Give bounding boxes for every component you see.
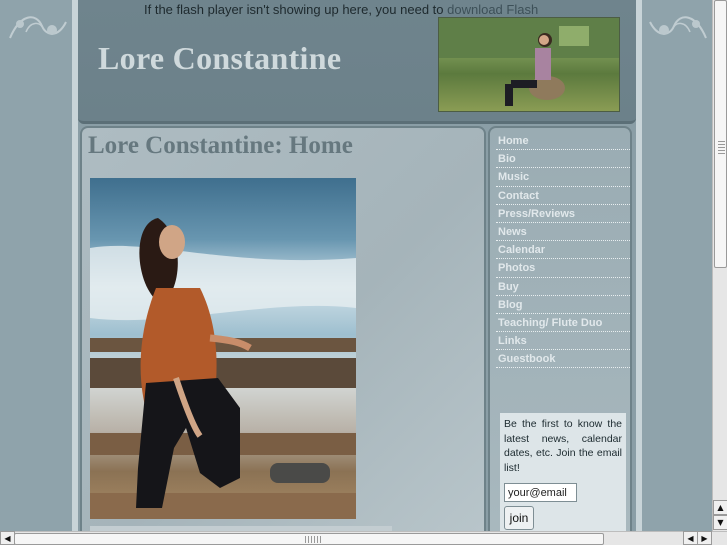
vertical-scrollbar[interactable]: ▲ ▼ [712,0,727,531]
seated-woman-photo-image [439,18,619,106]
vertical-scroll-thumb[interactable] [714,0,727,268]
site-title: Lore Constantine [98,40,342,76]
nav-item-contact[interactable]: Contact [496,187,630,205]
nav-item-links[interactable]: Links [496,332,630,351]
nav-item-blog[interactable]: Blog [496,296,630,314]
frame-border-right [636,0,642,531]
flourish-ornament-icon [649,16,707,39]
nav-menu: Home Bio Music Contact Press/Reviews New… [496,132,630,369]
flash-notice: If the flash player isn't showing up her… [144,2,538,17]
page-title: Lore Constantine: Home [88,132,353,159]
nav-item-press-reviews[interactable]: Press/Reviews [496,205,630,223]
main-content: Lore Constantine: Home [80,126,486,533]
right-background [642,0,714,531]
nav-item-photos[interactable]: Photos [496,259,630,278]
nav-item-teaching[interactable]: Teaching/ Flute Duo [496,314,630,333]
scroll-down-icon[interactable]: ▼ [713,515,727,530]
grip-icon [718,141,725,155]
header-photo [438,17,620,112]
sidebar: Home Bio Music Contact Press/Reviews New… [488,126,632,533]
scroll-right-icon[interactable]: ▶ [697,531,712,545]
flourish-ornament-icon [9,16,67,39]
nav-item-bio[interactable]: Bio [496,150,630,169]
download-flash-link[interactable]: download Flash [447,2,538,17]
nav-item-home[interactable]: Home [496,132,630,151]
main-photo [90,178,356,519]
grip-icon [305,536,321,543]
flash-notice-text: If the flash player isn't showing up her… [144,2,448,17]
signup-text: Be the first to know the latest news, ca… [504,418,622,474]
nav-item-music[interactable]: Music [496,168,630,187]
horizontal-scroll-thumb[interactable] [14,533,604,545]
join-button[interactable]: join [504,506,534,530]
left-background [0,0,72,531]
email-signup-box: Be the first to know the latest news, ca… [500,413,626,533]
email-input[interactable] [504,483,577,502]
nav-item-guestbook[interactable]: Guestbook [496,350,630,369]
woman-on-beach-photo-image [90,218,356,519]
scroll-left-icon[interactable]: ◀ [0,531,15,545]
scroll-up-icon[interactable]: ▲ [713,500,727,515]
nav-item-buy[interactable]: Buy [496,278,630,296]
scroll-left-icon[interactable]: ◀ [683,531,698,545]
horizontal-scrollbar[interactable]: ◀ ◀ ▶ [0,531,727,545]
nav-item-news[interactable]: News [496,223,630,242]
nav-item-calendar[interactable]: Calendar [496,241,630,260]
